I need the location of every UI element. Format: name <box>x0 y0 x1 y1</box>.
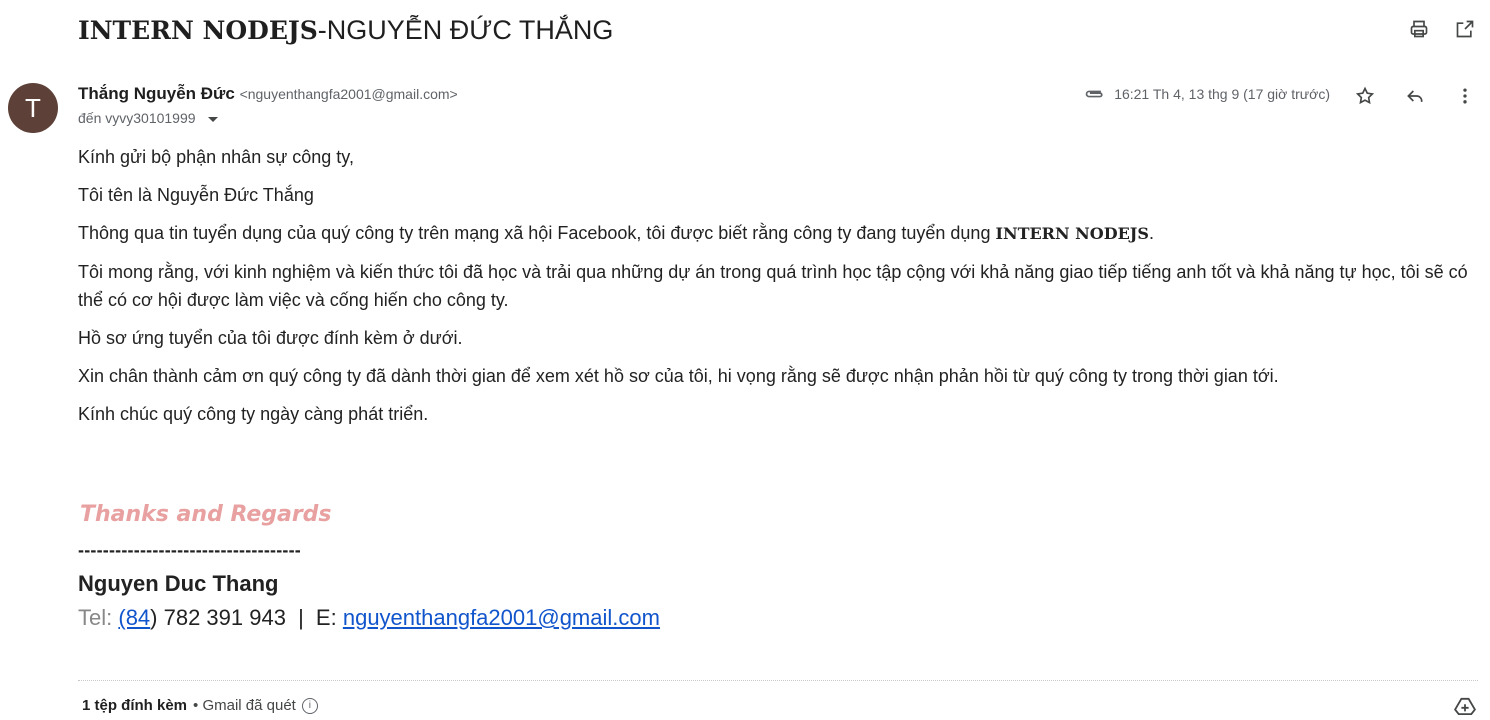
email-link[interactable]: nguyenthangfa2001@gmail.com <box>343 605 660 630</box>
avatar[interactable]: T <box>8 83 58 133</box>
subject-rest: -NGUYỄN ĐỨC THẮNG <box>317 15 614 45</box>
recipient-label: đến vyvy30101999 <box>78 110 196 126</box>
position-name: INTERN NODEJS <box>995 224 1149 243</box>
timestamp: 16:21 Th 4, 13 thg 9 (17 giờ trước) <box>1114 86 1330 102</box>
tel-label: Tel: <box>78 605 113 630</box>
subject-bold-part: INTERN NODEJS <box>78 16 318 45</box>
message-meta: 16:21 Th 4, 13 thg 9 (17 giờ trước) <box>1084 86 1330 102</box>
reply-icon[interactable] <box>1404 85 1426 107</box>
paragraph-1: Thông qua tin tuyển dụng của quý công ty… <box>78 219 1478 248</box>
signature-thanks: Thanks and Regards <box>80 502 332 527</box>
chevron-down-icon[interactable] <box>207 116 218 122</box>
email-label: E: <box>315 605 337 630</box>
open-in-new-icon[interactable] <box>1454 18 1476 40</box>
tel-number: ) 782 391 943 <box>150 605 286 630</box>
greeting: Kính gửi bộ phận nhân sự công ty, <box>78 147 354 167</box>
attachment-icon <box>1085 90 1103 98</box>
star-icon[interactable] <box>1354 85 1376 107</box>
paragraph-1-text: Thông qua tin tuyển dụng của quý công ty… <box>78 223 996 243</box>
scan-status: • Gmail đã quét <box>193 697 296 714</box>
contact-separator: | <box>298 605 304 630</box>
sender-line: Thắng Nguyễn Đức <nguyenthangfa2001@gmai… <box>78 84 458 104</box>
add-to-drive-icon[interactable] <box>1454 697 1476 715</box>
signature-contact: Tel: (84) 782 391 943 | E: nguyenthangfa… <box>78 605 660 631</box>
sender-email: <nguyenthangfa2001@gmail.com> <box>239 86 458 102</box>
print-icon[interactable] <box>1408 18 1430 40</box>
attachments-divider <box>78 680 1478 681</box>
email-subject: INTERN NODEJS-NGUYỄN ĐỨC THẮNG <box>78 12 613 49</box>
attachments-bar: 1 tệp đính kèm • Gmail đã quét i <box>82 697 318 714</box>
paragraph-3: Hồ sơ ứng tuyển của tôi được đính kèm ở … <box>78 328 463 348</box>
signature-divider: ------------------------------------ <box>78 540 301 560</box>
more-vert-icon[interactable] <box>1454 85 1476 107</box>
attachment-count: 1 tệp đính kèm <box>82 697 188 714</box>
message-body: Kính gửi bộ phận nhân sự công ty, Tôi tê… <box>78 143 1478 438</box>
signature-name: Nguyen Duc Thang <box>78 571 279 596</box>
paragraph-2: Tôi mong rằng, với kinh nghiệm và kiến t… <box>78 262 1468 310</box>
thread-actions <box>1408 18 1476 40</box>
paragraph-1-end: . <box>1148 223 1154 243</box>
closing: Kính chúc quý công ty ngày càng phát tri… <box>78 404 429 424</box>
tel-code-link[interactable]: (84 <box>118 605 150 630</box>
message-actions <box>1354 85 1476 107</box>
recipient-line[interactable]: đến vyvy30101999 <box>78 110 218 126</box>
sender-name[interactable]: Thắng Nguyễn Đức <box>78 84 235 103</box>
paragraph-4: Xin chân thành cảm ơn quý công ty đã dàn… <box>78 366 1279 386</box>
intro: Tôi tên là Nguyễn Đức Thắng <box>78 185 314 205</box>
info-icon[interactable]: i <box>301 697 318 714</box>
